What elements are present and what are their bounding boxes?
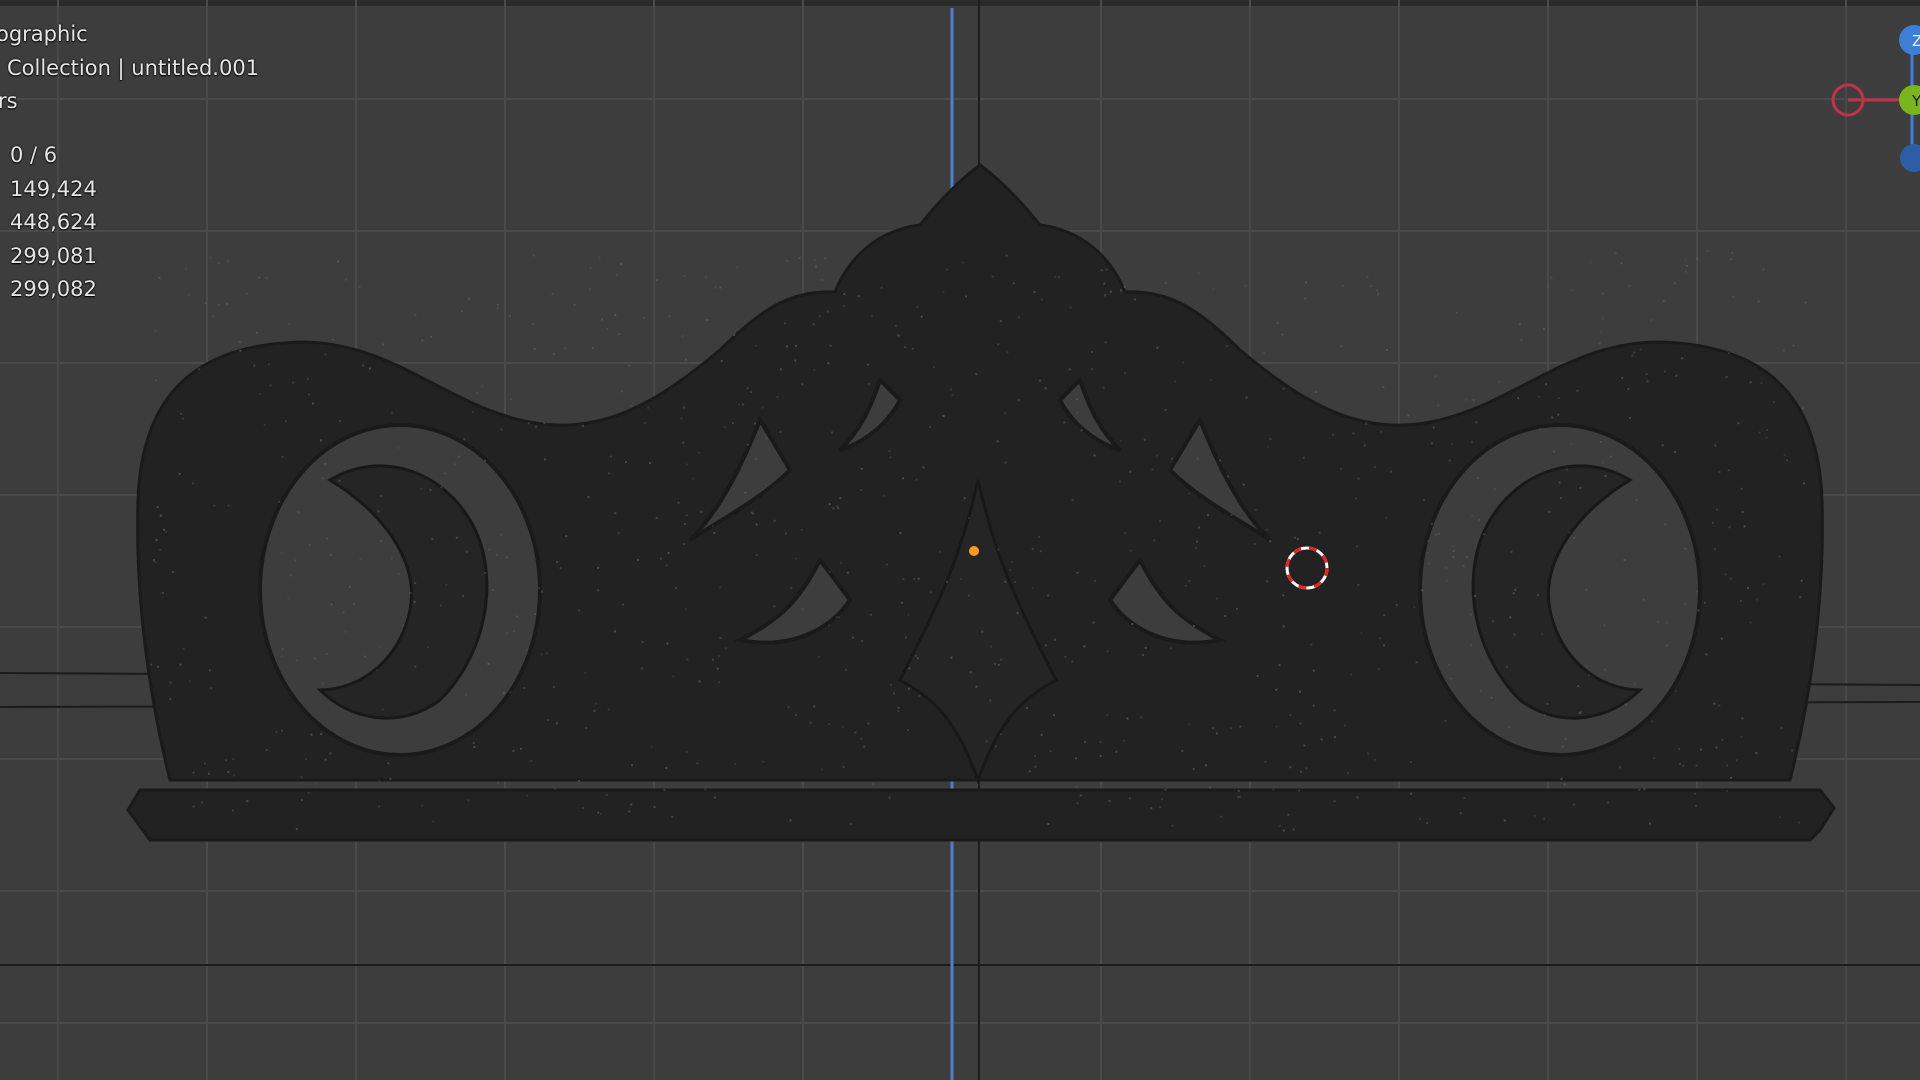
stat-edges-value: 448,624 (10, 210, 97, 234)
view-mode-label: ographic (0, 22, 88, 46)
scene-statistics: 0 / 6 149,424 448,624 299,081 299,082 (10, 143, 97, 311)
overlay-text-fragment: rs (0, 89, 18, 113)
gizmo-y-label: Y (1911, 92, 1920, 110)
gizmo-neg-z-icon (1900, 144, 1920, 172)
ornamental-headboard-mesh[interactable] (0, 0, 1920, 1080)
collection-label: Collection | untitled.001 (7, 56, 260, 80)
object-origin-point (969, 546, 979, 556)
stat-objects-value: 0 / 6 (10, 143, 58, 167)
stat-triangles-value: 299,082 (10, 277, 97, 301)
3d-viewport[interactable]: ographic Collection | untitled.001 rs 0 … (0, 0, 1920, 1080)
3d-cursor-icon[interactable] (1284, 545, 1330, 591)
stat-faces-value: 299,081 (10, 243, 97, 268)
gizmo-z-label: Z (1912, 32, 1920, 50)
stat-vertices-value: 149,424 (10, 176, 97, 201)
navigation-gizmo[interactable]: Z Y (1820, 20, 1920, 180)
